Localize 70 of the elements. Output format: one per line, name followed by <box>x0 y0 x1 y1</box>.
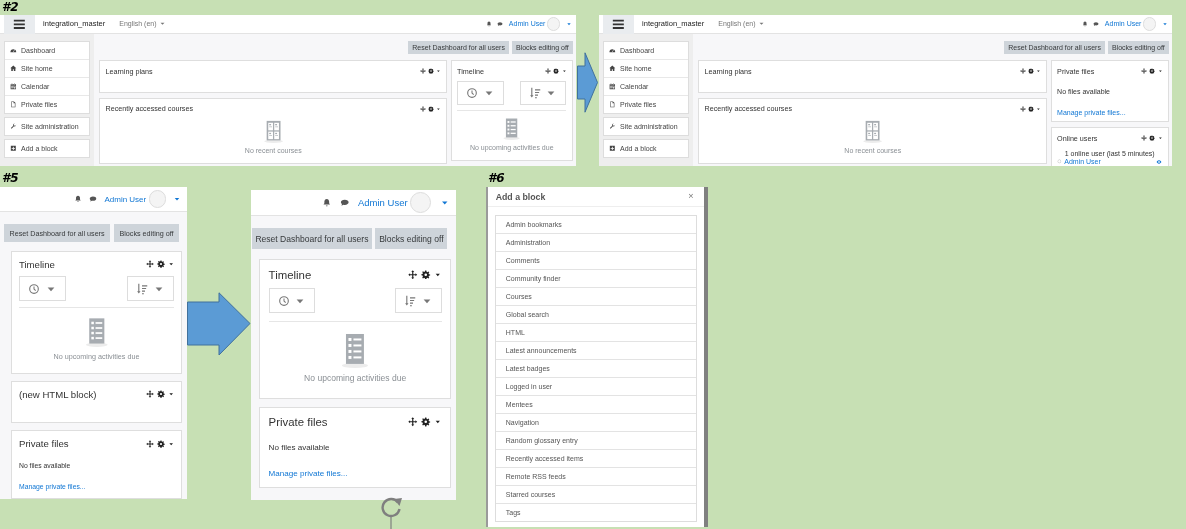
wrench-icon <box>609 123 616 130</box>
screenshot-label: #6 <box>488 171 505 185</box>
screenshot-label: #5 <box>2 171 19 185</box>
calendar-icon <box>10 83 17 90</box>
toolbar-button[interactable]: Blocks editing off <box>375 228 448 249</box>
file-icon <box>609 101 616 108</box>
clock-icon <box>277 294 290 307</box>
block-title: Timeline <box>19 258 56 270</box>
settings-icon[interactable] <box>1028 68 1035 75</box>
arrow <box>187 292 251 356</box>
eye-icon[interactable] <box>1156 158 1163 165</box>
caret-icon <box>158 20 166 28</box>
chat-icon[interactable] <box>497 20 504 27</box>
settings-icon[interactable] <box>156 390 165 399</box>
toolbar-button[interactable]: Reset Dashboard for all users <box>251 228 373 249</box>
user-menu-link[interactable]: Admin User <box>357 197 408 209</box>
chat-icon[interactable] <box>339 197 350 208</box>
sort-icon <box>404 294 417 307</box>
wrench-icon <box>10 123 17 130</box>
dialog-title: Add a block <box>495 191 547 202</box>
home-icon <box>10 65 17 72</box>
settings-icon[interactable] <box>1149 68 1156 75</box>
arrow <box>577 52 598 113</box>
bell-icon[interactable] <box>486 20 493 27</box>
screenshot-label: #2 <box>2 0 19 14</box>
manage-files-link[interactable]: Manage private files... <box>268 469 348 479</box>
sort-icon <box>528 86 541 99</box>
calendar-icon <box>609 83 616 90</box>
sort-button[interactable] <box>519 80 567 106</box>
bell-icon[interactable] <box>1082 20 1089 27</box>
dashboard-icon <box>10 47 17 54</box>
settings-icon[interactable] <box>156 439 165 448</box>
clock-icon <box>28 282 40 295</box>
file-icon <box>10 101 17 108</box>
settings-icon[interactable] <box>1149 135 1156 142</box>
home-icon <box>609 65 616 72</box>
settings-icon[interactable] <box>421 417 431 427</box>
block-title: Private files <box>268 416 329 429</box>
settings-icon[interactable] <box>156 260 165 269</box>
block-title: Private files <box>19 438 70 450</box>
chat-icon[interactable] <box>89 195 98 204</box>
block-title: (new HTML block) <box>19 388 98 400</box>
move-icon[interactable] <box>146 390 155 399</box>
filter-button[interactable] <box>457 80 504 106</box>
dashboard-icon <box>609 47 616 54</box>
clock-icon <box>466 86 479 99</box>
filter-button[interactable] <box>268 288 316 313</box>
move-icon[interactable] <box>408 269 418 280</box>
settings-icon[interactable] <box>428 68 435 75</box>
bell-icon[interactable] <box>74 195 83 204</box>
close-button[interactable]: × <box>688 191 694 202</box>
rotate-icon <box>378 496 404 529</box>
user-menu-link[interactable]: Admin User <box>104 194 147 204</box>
empty-message: No upcoming activities due <box>304 373 407 384</box>
block-title: Timeline <box>268 268 313 281</box>
sort-button[interactable] <box>395 288 442 313</box>
move-icon[interactable] <box>146 439 155 448</box>
sort-icon <box>136 282 149 295</box>
sort-button[interactable] <box>127 276 174 301</box>
settings-icon[interactable] <box>421 269 431 280</box>
move-icon[interactable] <box>408 417 418 427</box>
files-message: No files available <box>268 442 331 452</box>
bell-icon[interactable] <box>321 197 332 208</box>
caret-icon <box>757 20 765 28</box>
filter-button[interactable] <box>19 276 66 301</box>
settings-icon[interactable] <box>428 105 435 112</box>
move-icon[interactable] <box>146 260 155 269</box>
settings-icon[interactable] <box>553 68 560 75</box>
chat-icon[interactable] <box>1093 20 1100 27</box>
settings-icon[interactable] <box>1028 105 1035 112</box>
